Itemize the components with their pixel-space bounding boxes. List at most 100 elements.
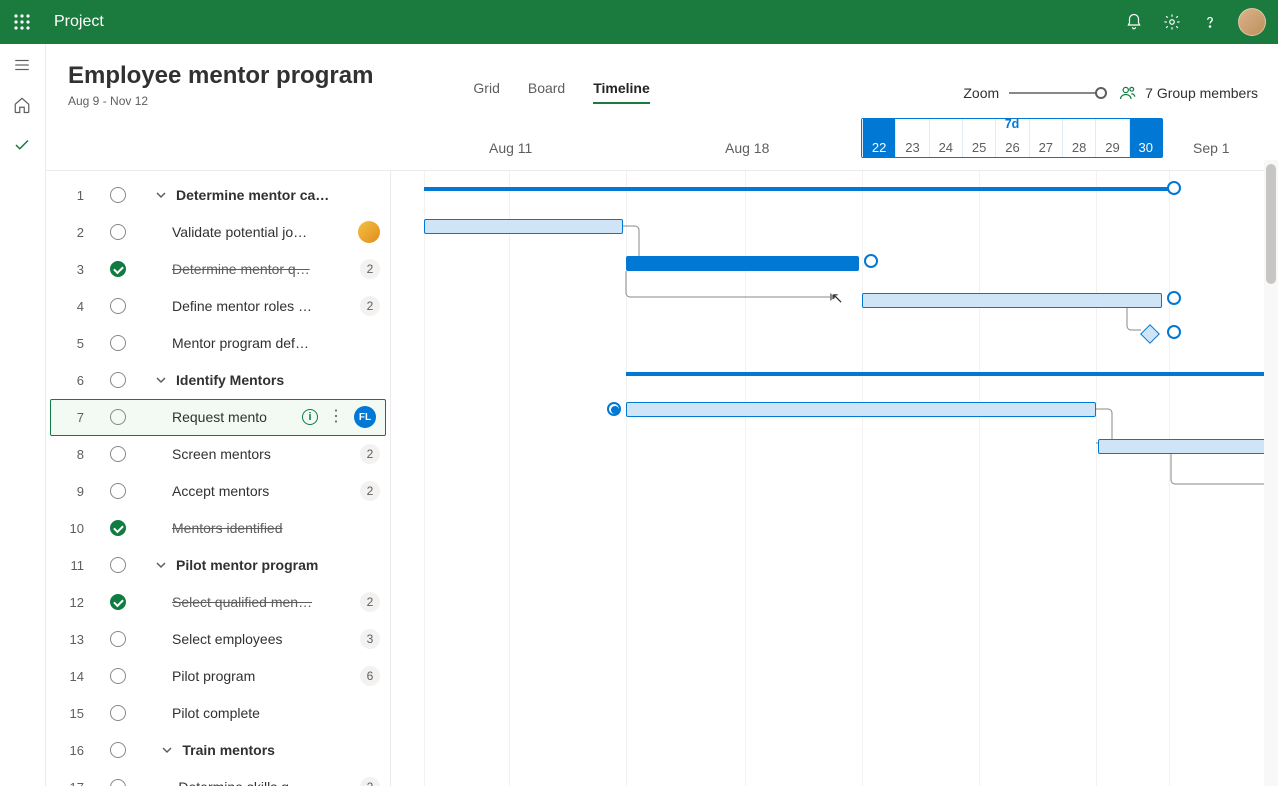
- chevron-down-icon[interactable]: [156, 190, 166, 200]
- project-daterange: Aug 9 - Nov 12: [68, 94, 373, 108]
- assignee-avatar[interactable]: FL: [354, 406, 376, 428]
- task-bar[interactable]: [626, 402, 1096, 417]
- chevron-down-icon[interactable]: [156, 560, 166, 570]
- scale-day[interactable]: 23: [895, 119, 928, 157]
- task-name: Pilot mentor program: [176, 557, 380, 573]
- count-badge: 2: [360, 259, 380, 279]
- scale-day[interactable]: 29: [1095, 119, 1128, 157]
- status-circle[interactable]: [110, 261, 126, 277]
- task-number: 17: [64, 780, 84, 786]
- task-row[interactable]: 2 Validate potential jo…: [46, 214, 390, 251]
- status-circle[interactable]: [110, 224, 126, 240]
- task-row[interactable]: 6Identify Mentors: [46, 362, 390, 399]
- task-name: Determine skills g…: [178, 779, 350, 786]
- zoom-control[interactable]: Zoom: [963, 85, 1101, 101]
- task-name: Define mentor roles …: [172, 298, 350, 314]
- status-circle[interactable]: [110, 520, 126, 536]
- task-name: Validate potential jo…: [172, 224, 348, 240]
- status-circle[interactable]: [110, 668, 126, 684]
- tab-board[interactable]: Board: [528, 80, 565, 104]
- count-badge: 2: [360, 444, 380, 464]
- chevron-down-icon[interactable]: [156, 375, 166, 385]
- scale-selection[interactable]: Aug 7d Aug 22 23 24 25 26 27 28 29 30: [861, 118, 1163, 158]
- task-name: Request mento: [172, 409, 292, 425]
- task-row[interactable]: 8Screen mentors2: [46, 436, 390, 473]
- user-avatar[interactable]: [1238, 8, 1266, 36]
- scale-day[interactable]: 27: [1029, 119, 1062, 157]
- task-row[interactable]: 7Request mentoi⋮FL: [50, 399, 386, 436]
- task-row[interactable]: 13Select employees3: [46, 621, 390, 658]
- summary-bar[interactable]: [424, 187, 1169, 191]
- task-name: Accept mentors: [172, 483, 350, 499]
- waffle-icon[interactable]: [12, 12, 32, 32]
- task-number: 6: [64, 373, 84, 388]
- task-row[interactable]: 9Accept mentors2: [46, 473, 390, 510]
- task-name: Determine mentor ca…: [176, 187, 380, 203]
- notifications-icon[interactable]: [1124, 12, 1144, 32]
- task-bar[interactable]: [862, 293, 1162, 308]
- status-circle[interactable]: [110, 742, 126, 758]
- menu-icon[interactable]: [13, 56, 33, 76]
- task-row[interactable]: 1Determine mentor ca…: [46, 177, 390, 214]
- task-row[interactable]: 11 Pilot mentor program: [46, 547, 390, 584]
- zoom-slider[interactable]: [1009, 92, 1101, 94]
- task-row[interactable]: 15Pilot complete: [46, 695, 390, 732]
- task-number: 14: [64, 669, 84, 684]
- task-bar[interactable]: [1098, 439, 1278, 454]
- tab-grid[interactable]: Grid: [473, 80, 499, 104]
- gantt-chart[interactable]: ↖: [391, 171, 1278, 786]
- home-icon[interactable]: [13, 96, 33, 116]
- status-circle[interactable]: [110, 483, 126, 499]
- task-row[interactable]: 17Determine skills g…2: [46, 769, 390, 786]
- gear-icon[interactable]: [1162, 12, 1182, 32]
- task-number: 11: [64, 558, 84, 573]
- count-badge: 3: [360, 629, 380, 649]
- status-circle[interactable]: [110, 409, 126, 425]
- task-name: Mentor program def…: [172, 335, 380, 351]
- vertical-scrollbar[interactable]: [1264, 160, 1278, 786]
- assignee-avatar[interactable]: [358, 221, 380, 243]
- scale-day[interactable]: 25: [962, 119, 995, 157]
- status-circle[interactable]: [110, 298, 126, 314]
- scale-day[interactable]: 24: [929, 119, 962, 157]
- zoom-label: Zoom: [963, 85, 999, 101]
- task-name: Select qualified men…: [172, 594, 350, 610]
- tab-timeline[interactable]: Timeline: [593, 80, 650, 104]
- check-icon[interactable]: [13, 136, 33, 156]
- task-row[interactable]: 5Mentor program def…: [46, 325, 390, 362]
- task-row[interactable]: 10Mentors identified: [46, 510, 390, 547]
- task-bar[interactable]: [424, 219, 623, 234]
- status-circle[interactable]: [110, 594, 126, 610]
- status-circle[interactable]: [110, 705, 126, 721]
- task-row[interactable]: 16Train mentors: [46, 732, 390, 769]
- task-number: 2: [64, 225, 84, 240]
- summary-bar[interactable]: [626, 372, 1278, 376]
- status-circle[interactable]: [110, 631, 126, 647]
- chevron-down-icon[interactable]: [162, 745, 172, 755]
- more-icon[interactable]: ⋮: [328, 409, 344, 425]
- info-icon[interactable]: i: [302, 409, 318, 425]
- project-title: Employee mentor program: [68, 62, 373, 90]
- status-circle[interactable]: [110, 779, 126, 786]
- task-name: Pilot program: [172, 668, 350, 684]
- bar-end-icon: [1167, 291, 1181, 305]
- status-circle[interactable]: [110, 372, 126, 388]
- status-circle[interactable]: [110, 335, 126, 351]
- status-circle[interactable]: [110, 557, 126, 573]
- task-row[interactable]: 14 Pilot program 6: [46, 658, 390, 695]
- status-circle[interactable]: [110, 187, 126, 203]
- task-bar[interactable]: [626, 256, 859, 271]
- help-icon[interactable]: [1200, 12, 1220, 32]
- task-name: Determine mentor q…: [172, 261, 350, 277]
- status-circle[interactable]: [110, 446, 126, 462]
- task-row[interactable]: 12Select qualified men…2: [46, 584, 390, 621]
- scale-day[interactable]: 28: [1062, 119, 1095, 157]
- members-count: 7 Group members: [1145, 85, 1258, 101]
- cursor-icon: ↖: [831, 289, 844, 307]
- group-members[interactable]: 7 Group members: [1119, 84, 1258, 102]
- task-row[interactable]: 3Determine mentor q…2: [46, 251, 390, 288]
- count-badge: 6: [360, 666, 380, 686]
- task-row[interactable]: 4Define mentor roles …2: [46, 288, 390, 325]
- count-badge: 2: [360, 481, 380, 501]
- task-name: Mentors identified: [172, 520, 380, 536]
